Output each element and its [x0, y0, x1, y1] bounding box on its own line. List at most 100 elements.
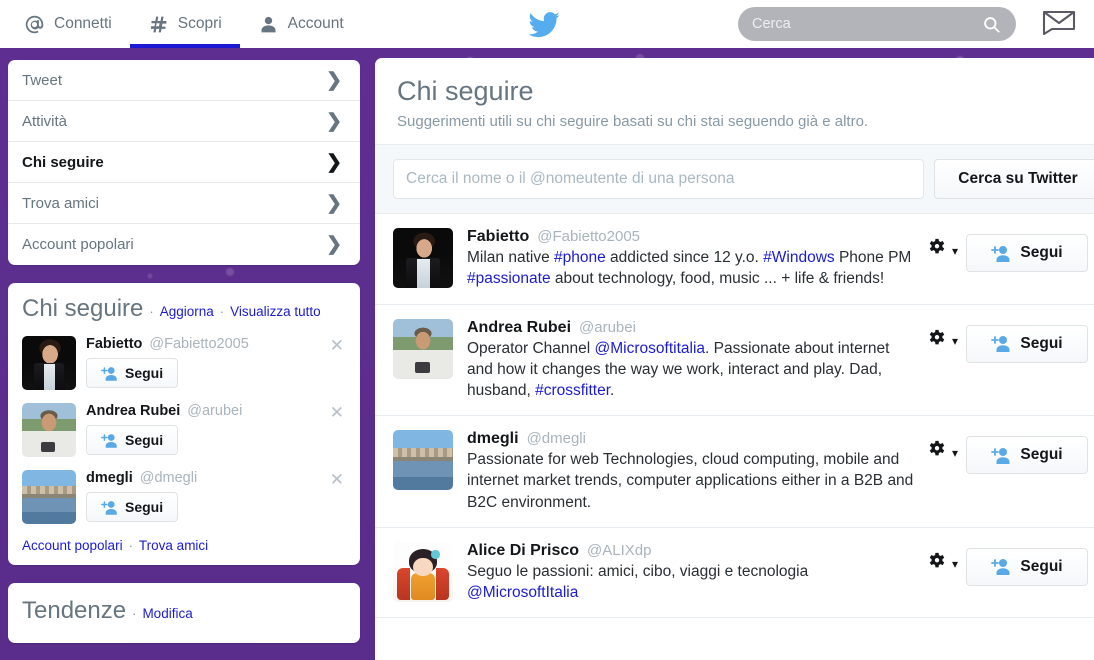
follow-button[interactable]: Segui: [966, 324, 1088, 363]
find-friends-link[interactable]: Trova amici: [139, 538, 208, 553]
search-twitter-button[interactable]: Cerca su Twitter: [934, 159, 1094, 200]
user-name[interactable]: Andrea Rubei: [86, 403, 180, 419]
user-name[interactable]: Fabietto: [86, 336, 142, 352]
bio-link[interactable]: #phone: [554, 249, 606, 266]
add-person-icon: [991, 335, 1011, 353]
gear-icon: [926, 237, 948, 264]
separator-dot: ·: [132, 606, 137, 621]
follow-button-label: Segui: [1020, 244, 1063, 262]
popular-accounts-link[interactable]: Account popolari: [22, 538, 123, 553]
follow-button[interactable]: Segui: [966, 547, 1088, 586]
user-handle[interactable]: @dmegli: [140, 470, 197, 486]
who-to-follow-widget: Chi seguire · Aggiorna · Visualizza tutt…: [8, 283, 360, 565]
chevron-right-icon: ❯: [326, 110, 342, 132]
follow-button[interactable]: Segui: [86, 358, 179, 388]
sidebar-item-trova-amici[interactable]: Trova amici ❯: [8, 183, 360, 224]
avatar[interactable]: [393, 228, 453, 289]
bio-link[interactable]: #crossfitter: [535, 382, 610, 399]
avatar[interactable]: [22, 336, 76, 390]
close-icon[interactable]: ✕: [330, 471, 344, 488]
close-icon[interactable]: ✕: [330, 337, 344, 354]
user-name[interactable]: Andrea Rubei: [467, 319, 571, 337]
avatar[interactable]: [22, 470, 76, 524]
suggestion-names: Fabietto @Fabietto2005: [467, 228, 918, 246]
user-handle[interactable]: @Fabietto2005: [537, 228, 640, 245]
person-search-input[interactable]: [393, 159, 924, 200]
user-actions-menu[interactable]: ▾: [926, 436, 958, 466]
suggestion-names: Andrea Rubei @arubei: [467, 319, 918, 337]
follow-button[interactable]: Segui: [966, 234, 1088, 273]
search-input[interactable]: [752, 16, 980, 32]
avatar[interactable]: [393, 430, 453, 491]
bio-text: Passionate for web Technologies, cloud c…: [467, 451, 914, 511]
bio-text: Seguo le passioni: amici, cibo, viaggi e…: [467, 562, 809, 580]
bio-link[interactable]: @Microsoftitalia: [595, 340, 705, 357]
refresh-link[interactable]: Aggiorna: [160, 304, 214, 319]
suggestion-names: dmegli @dmegli: [467, 430, 918, 448]
suggestion-body: dmegli @dmegli Passionate for web Techno…: [453, 430, 926, 513]
sidebar-item-chi-seguire[interactable]: Chi seguire ❯: [8, 142, 360, 183]
close-icon[interactable]: ✕: [330, 404, 344, 421]
follow-button[interactable]: Segui: [966, 436, 1088, 475]
chevron-right-icon: ❯: [326, 192, 342, 214]
bio-link[interactable]: #Windows: [763, 249, 835, 266]
sidebar-item-attivita[interactable]: Attività ❯: [8, 101, 360, 142]
twitter-bird-icon[interactable]: [527, 12, 561, 38]
user-actions-menu[interactable]: ▾: [926, 325, 958, 355]
user-handle[interactable]: @arubei: [187, 403, 242, 419]
bio-link[interactable]: @MicrosoftItalia: [467, 584, 578, 601]
user-actions-menu[interactable]: ▾: [926, 234, 958, 264]
avatar[interactable]: [393, 541, 453, 602]
follow-button[interactable]: Segui: [86, 492, 179, 522]
user-name[interactable]: dmegli: [86, 470, 133, 486]
user-handle[interactable]: @ALIXdp: [587, 542, 651, 559]
primary-nav: Connetti Scopri Account: [6, 0, 362, 48]
bio-link[interactable]: #passionate: [467, 270, 551, 287]
envelope-icon[interactable]: [1042, 10, 1076, 41]
user-handle[interactable]: @Fabietto2005: [149, 336, 248, 352]
user-bio: Operator Channel @Microsoftitalia. Passi…: [467, 338, 918, 402]
trends-title: Tendenze: [22, 597, 127, 624]
nav-label-scopri: Scopri: [177, 15, 222, 32]
user-handle[interactable]: @arubei: [579, 319, 636, 336]
trends-edit-link[interactable]: Modifica: [142, 606, 192, 621]
suggestion-body: Alice Di Prisco @ALIXdp Seguo le passion…: [453, 542, 926, 603]
user-name[interactable]: Fabietto: [467, 228, 529, 246]
separator-dot: ·: [128, 538, 133, 553]
suggestion-body: Fabietto @Fabietto2005 Milan native #pho…: [453, 228, 926, 289]
main-header: Chi seguire Suggerimenti utili su chi se…: [375, 58, 1094, 146]
bio-text: Phone PM: [834, 249, 912, 267]
gear-icon: [926, 551, 948, 578]
avatar[interactable]: [22, 403, 76, 457]
chevron-down-icon: ▾: [951, 334, 958, 349]
sidebar-item-tweet[interactable]: Tweet ❯: [8, 60, 360, 101]
user-actions-menu[interactable]: ▾: [926, 548, 958, 578]
follow-button[interactable]: Segui: [86, 425, 179, 455]
nav-item-scopri[interactable]: Scopri: [129, 0, 240, 48]
user-bio: Passionate for web Technologies, cloud c…: [467, 449, 918, 513]
follow-button-label: Segui: [125, 432, 164, 448]
chevron-right-icon: ❯: [326, 69, 342, 91]
add-person-icon: [101, 500, 118, 515]
user-name[interactable]: Alice Di Prisco: [467, 542, 579, 560]
suggestion-actions: ▾ Segui: [926, 319, 1094, 363]
trends-header: Tendenze · Modifica: [22, 597, 346, 625]
user-name[interactable]: dmegli: [467, 430, 519, 448]
search-icon[interactable]: [980, 13, 1002, 35]
nav-item-account[interactable]: Account: [240, 0, 362, 48]
user-handle[interactable]: @dmegli: [527, 430, 586, 447]
nav-item-connetti[interactable]: Connetti: [6, 0, 130, 48]
list-item-body: Fabietto @Fabietto2005 Segui: [86, 336, 346, 390]
view-all-link[interactable]: Visualizza tutto: [230, 304, 321, 319]
list-item-body: dmegli @dmegli Segui: [86, 470, 346, 524]
avatar[interactable]: [393, 318, 453, 379]
sidebar-item-account-popolari[interactable]: Account popolari ❯: [8, 224, 360, 265]
at-icon: [24, 14, 45, 35]
bio-text: .: [610, 381, 615, 399]
nav-label-account: Account: [287, 15, 344, 32]
list-item-names: dmegli @dmegli: [86, 470, 346, 486]
follow-button-label: Segui: [1020, 334, 1063, 352]
page-title: Chi seguire: [397, 76, 534, 106]
user-bio: Seguo le passioni: amici, cibo, viaggi e…: [467, 561, 918, 603]
search-box[interactable]: [738, 7, 1016, 41]
